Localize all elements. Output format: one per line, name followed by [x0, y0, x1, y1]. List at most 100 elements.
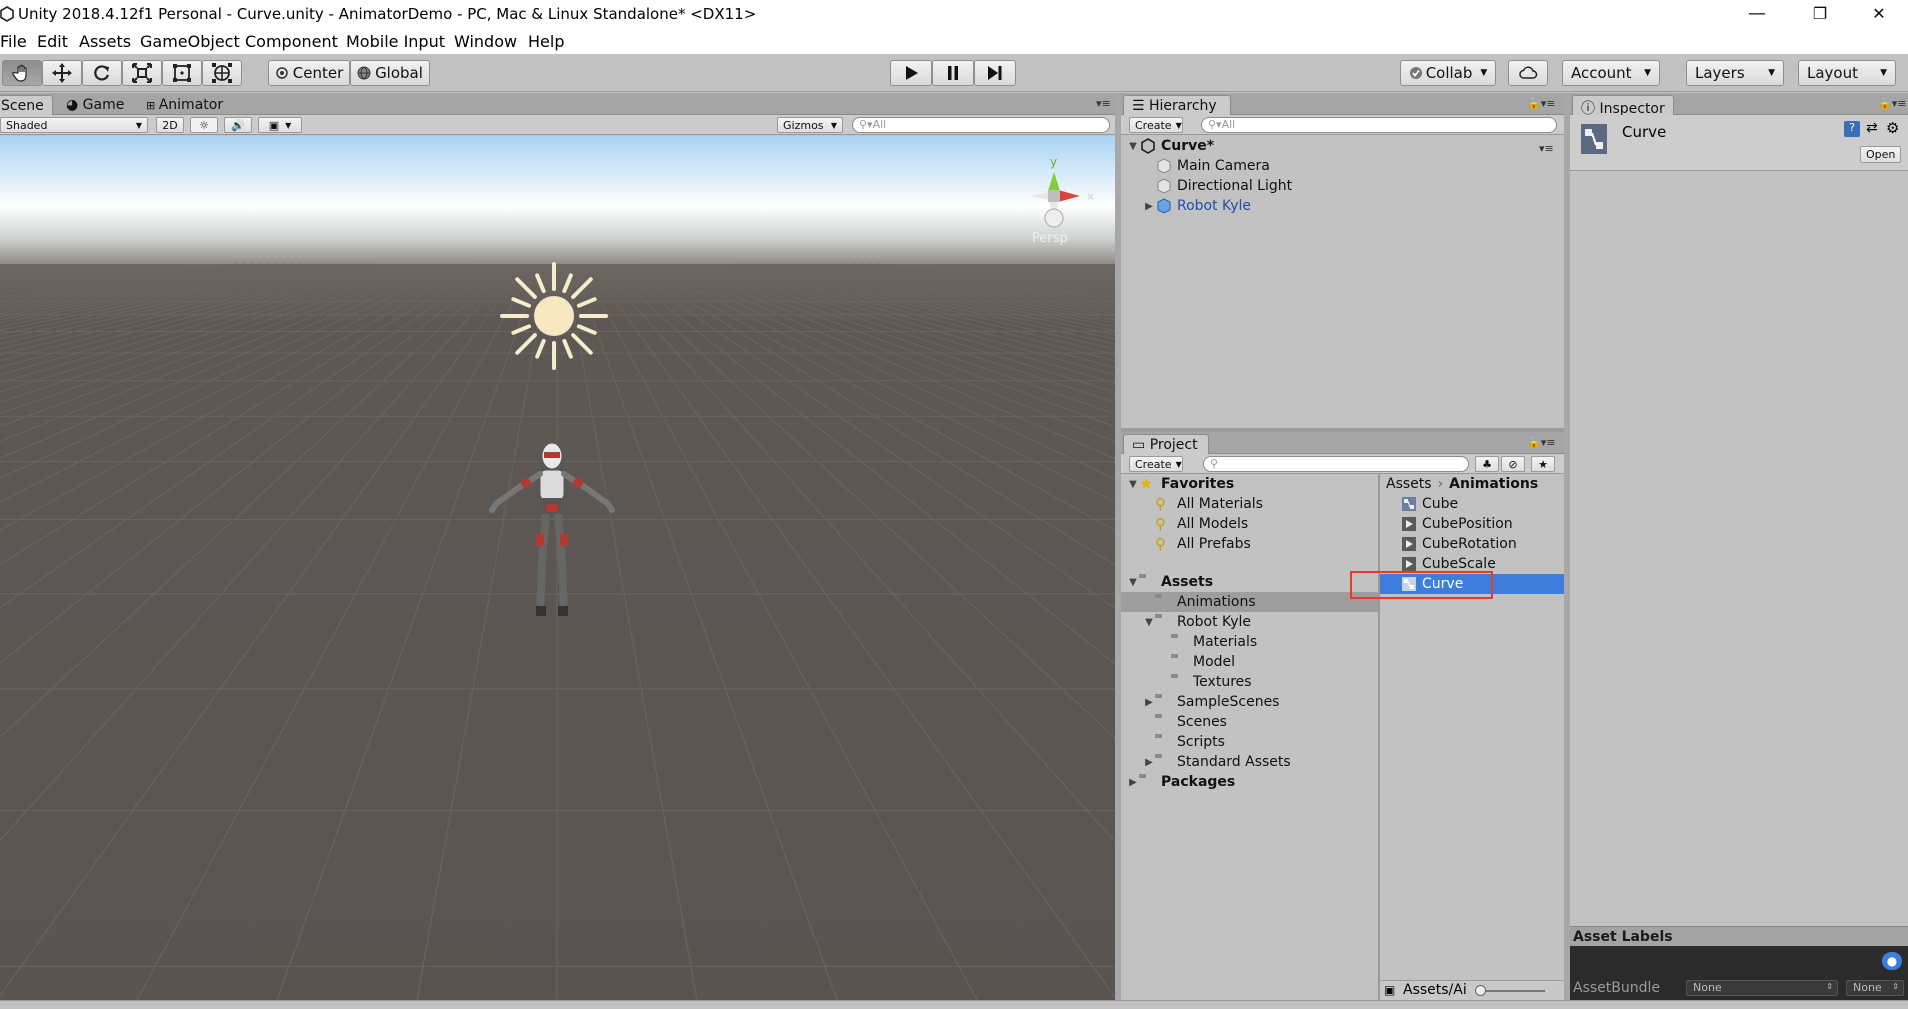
account-dropdown[interactable]: Account ▼ — [1562, 60, 1660, 86]
cloud-button[interactable] — [1508, 60, 1548, 86]
open-button[interactable]: Open — [1860, 146, 1902, 163]
tab-hierarchy[interactable]: ☰ Hierarchy — [1123, 95, 1231, 115]
hierarchy-item-main-camera[interactable]: Main Camera — [1155, 156, 1270, 176]
tree-folder-robot-kyle[interactable]: ▼ Robot Kyle — [1143, 612, 1251, 632]
scale-tool-button[interactable] — [122, 60, 162, 86]
tree-packages-root[interactable]: ▶ Packages — [1127, 772, 1235, 792]
shading-mode-dropdown[interactable]: Shaded ▼ — [0, 117, 148, 133]
rect-tool-button[interactable] — [162, 60, 202, 86]
tree-folder-materials[interactable]: Materials — [1171, 632, 1257, 652]
inspector-lock-menu-icon[interactable]: 🔒▾≡ — [1878, 97, 1906, 110]
menu-assets[interactable]: Assets — [79, 32, 131, 51]
scene-audio-toggle[interactable]: 🔊 — [224, 117, 252, 133]
hierarchy-item-directional-light[interactable]: Directional Light — [1155, 176, 1292, 196]
menu-component[interactable]: Component — [245, 32, 338, 51]
move-tool-button[interactable] — [42, 60, 82, 86]
scene-search-input[interactable]: ⚲▾All — [852, 117, 1110, 133]
scene-viewport[interactable]: y × Persp — [0, 136, 1115, 1000]
tree-favorite-all-materials[interactable]: ⚲ All Materials — [1155, 494, 1263, 514]
tab-game[interactable]: ◕ Game — [58, 95, 132, 115]
tree-folder-animations[interactable]: Animations — [1155, 592, 1256, 612]
pause-button[interactable] — [932, 60, 974, 86]
tree-favorites[interactable]: ▼ ★ Favorites — [1127, 474, 1234, 494]
layers-dropdown[interactable]: Layers ▼ — [1686, 60, 1784, 86]
scene-name-label: Curve* — [1161, 138, 1215, 154]
collab-check-icon — [1409, 67, 1422, 79]
gizmos-caret-icon: ▼ — [830, 120, 837, 130]
menu-edit[interactable]: Edit — [37, 32, 68, 51]
favorites-star-icon: ★ — [1139, 474, 1154, 493]
rotate-tool-button[interactable] — [82, 60, 122, 86]
tab-project[interactable]: ▭ Project — [1123, 434, 1209, 454]
tree-assets-root[interactable]: ▼ Assets — [1127, 572, 1213, 592]
tree-folder-samplescenes[interactable]: ▶ SampleScenes — [1143, 692, 1279, 712]
hierarchy-search-input[interactable]: ⚲▾All — [1201, 117, 1557, 133]
breadcrumb: Assets › Animations — [1386, 474, 1538, 494]
light-icon: ☼ — [199, 118, 209, 132]
pivot-global-button[interactable]: Global — [350, 60, 430, 86]
tree-folder-standard-assets[interactable]: ▶ Standard Assets — [1143, 752, 1291, 772]
breadcrumb-assets[interactable]: Assets — [1386, 476, 1432, 492]
star-icon: ★ — [1538, 457, 1548, 471]
tree-folder-model[interactable]: Model — [1171, 652, 1235, 672]
breadcrumb-animations[interactable]: Animations — [1449, 476, 1538, 492]
asset-bundle-dropdown[interactable]: None ⇕ — [1686, 980, 1838, 996]
transform-tool-button[interactable] — [202, 60, 242, 86]
scene-effects-dropdown[interactable]: ▣ ▼ — [258, 117, 302, 133]
scene-lighting-toggle[interactable]: ☼ — [190, 117, 218, 133]
mode-2d-toggle[interactable]: 2D — [156, 117, 184, 133]
layout-dropdown[interactable]: Layout ▼ — [1798, 60, 1896, 86]
help-book-icon[interactable]: ? — [1844, 121, 1860, 137]
asset-variant-dropdown[interactable]: None ⇕ — [1846, 980, 1904, 996]
scene-render[interactable]: y × Persp — [0, 136, 1115, 1000]
label-tag-icon[interactable]: ● — [1882, 952, 1902, 970]
project-lock-menu-icon[interactable]: 🔒▾≡ — [1527, 436, 1555, 449]
tree-folder-scenes[interactable]: Scenes — [1155, 712, 1227, 732]
menu-mobile-input[interactable]: Mobile Input — [346, 32, 445, 51]
persp-label[interactable]: Persp — [1032, 231, 1068, 246]
pivot-center-button[interactable]: Center — [268, 60, 350, 86]
minimize-button[interactable]: — — [1730, 0, 1784, 30]
menu-file[interactable]: File — [0, 32, 27, 51]
file-cuberotation[interactable]: CubeRotation — [1400, 534, 1517, 554]
play-button[interactable] — [890, 60, 932, 86]
tree-favorite-all-models[interactable]: ⚲ All Models — [1155, 514, 1248, 534]
hierarchy-create-dropdown[interactable]: Create ▼ — [1129, 117, 1183, 133]
scene-row-menu-icon[interactable]: ▾≡ — [1539, 142, 1554, 155]
tab-scene[interactable]: Scene — [0, 95, 53, 115]
favorite-star-button[interactable]: ★ — [1531, 456, 1555, 472]
gizmos-dropdown[interactable]: Gizmos ▼ — [777, 117, 843, 133]
hierarchy-item-robot-kyle[interactable]: ▶ Robot Kyle — [1143, 196, 1251, 216]
tree-favorite-all-prefabs[interactable]: ⚲ All Prefabs — [1155, 534, 1251, 554]
menu-gameobject[interactable]: GameObject — [140, 32, 240, 51]
scene-panel-menu-icon[interactable]: ▾≡ — [1096, 97, 1111, 110]
hand-tool-button[interactable] — [2, 60, 42, 86]
search-by-type-button[interactable]: ♣ — [1475, 456, 1499, 472]
preset-icon[interactable]: ⇄ — [1866, 120, 1878, 136]
file-cubeposition[interactable]: CubePosition — [1400, 514, 1513, 534]
tab-inspector[interactable]: ⓘ Inspector — [1572, 95, 1674, 117]
project-create-dropdown[interactable]: Create ▼ — [1129, 456, 1183, 472]
project-create-label: Create — [1135, 457, 1172, 471]
close-button[interactable]: ✕ — [1852, 0, 1906, 30]
search-by-label-button[interactable]: ⊘ — [1501, 456, 1525, 472]
scene-root-row[interactable]: ▼ Curve* — [1127, 136, 1557, 156]
rotate-icon — [94, 65, 110, 81]
file-cube[interactable]: Cube — [1400, 494, 1458, 514]
icon-size-slider-handle[interactable] — [1475, 985, 1486, 996]
tree-folder-textures[interactable]: Textures — [1171, 672, 1252, 692]
collab-dropdown[interactable]: Collab ▼ — [1400, 60, 1496, 86]
menu-window[interactable]: Window — [454, 32, 517, 51]
animator-controller-icon — [1581, 124, 1607, 154]
tab-animator[interactable]: ⊞ Animator — [138, 95, 231, 115]
directional-light-gizmo[interactable] — [500, 262, 608, 370]
project-folder-tree: ▼ ★ Favorites ⚲ All Materials ⚲ All Mode… — [1121, 474, 1378, 1000]
restore-button[interactable]: ❐ — [1793, 0, 1847, 30]
hierarchy-lock-menu-icon[interactable]: 🔒▾≡ — [1527, 97, 1555, 110]
menu-help[interactable]: Help — [528, 32, 564, 51]
project-search-input[interactable]: ⚲ — [1203, 456, 1469, 472]
gear-icon[interactable]: ⚙ — [1886, 119, 1899, 137]
step-button[interactable] — [974, 60, 1016, 86]
tree-folder-scripts[interactable]: Scripts — [1155, 732, 1225, 752]
hierarchy-item-label: Directional Light — [1177, 178, 1293, 194]
